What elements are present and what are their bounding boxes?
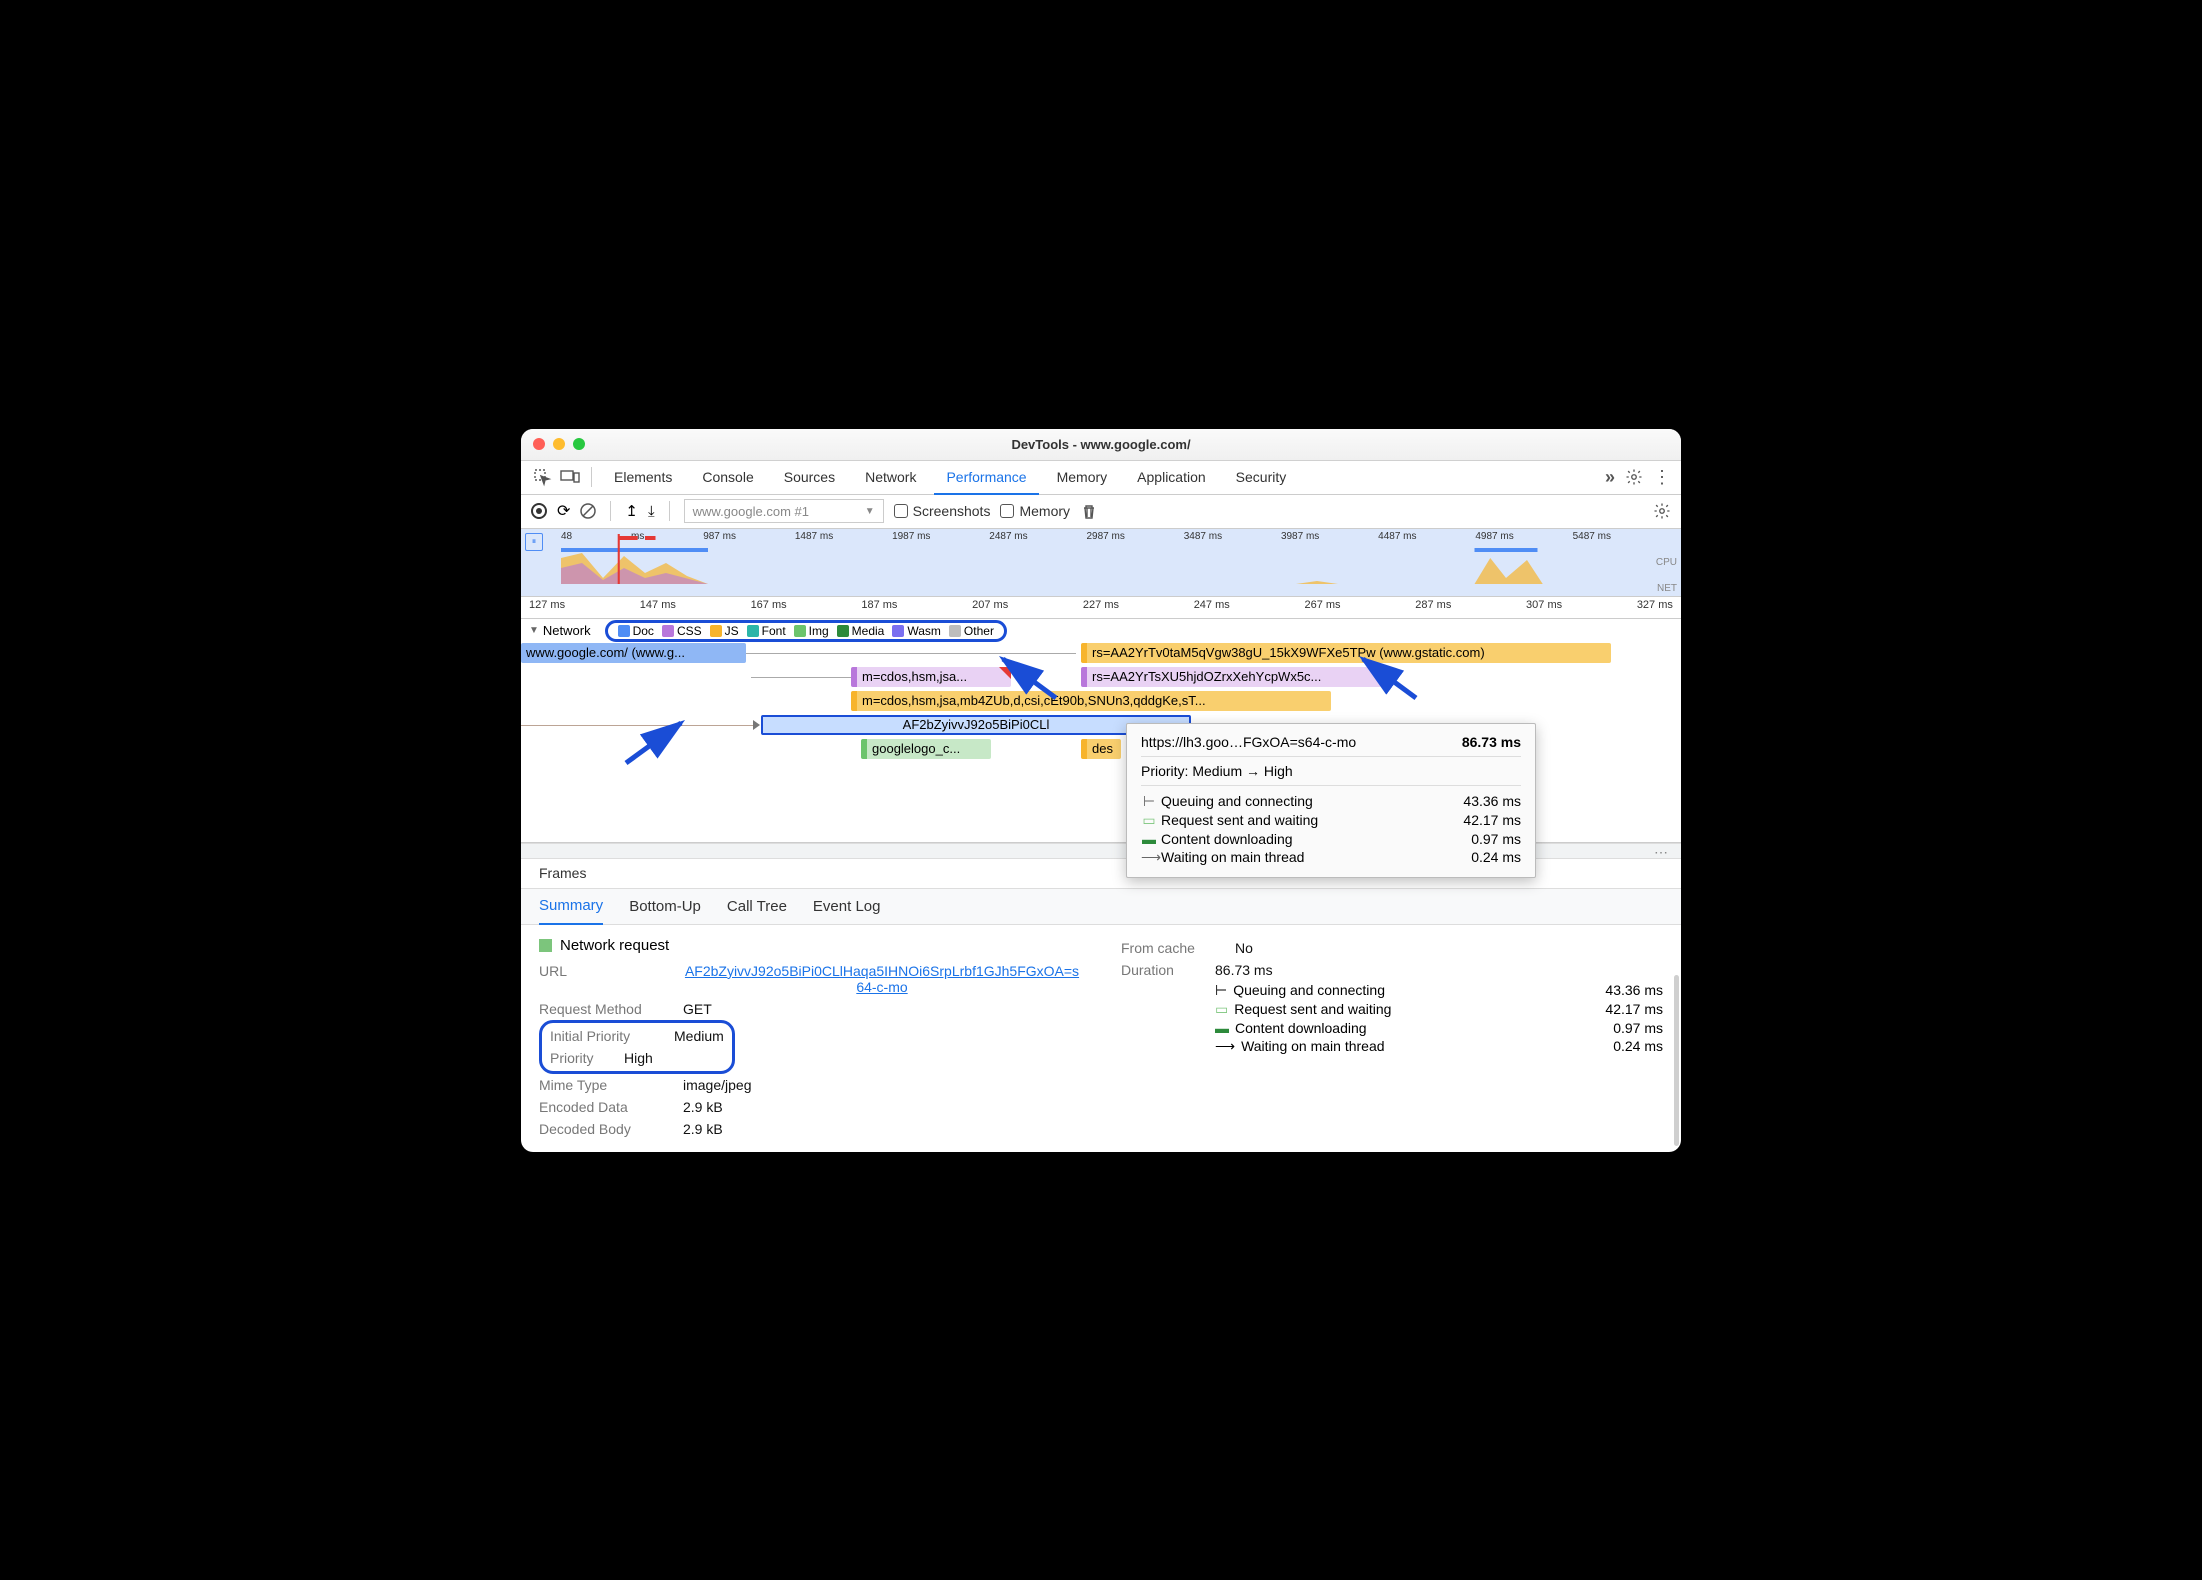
network-legend: Doc CSS JS Font Img Media Wasm Other <box>605 620 1007 642</box>
minimize-icon[interactable] <box>553 438 565 450</box>
window-title: DevTools - www.google.com/ <box>521 437 1681 452</box>
legend-img: Img <box>794 624 829 638</box>
pause-icon[interactable]: ⏸ <box>525 533 543 551</box>
legend-media: Media <box>837 624 885 638</box>
legend-other: Other <box>949 624 994 638</box>
clear-icon[interactable] <box>580 503 596 519</box>
recording-select[interactable]: www.google.com #1 ▼ <box>684 499 884 523</box>
chevron-down-icon: ▼ <box>865 506 875 517</box>
tab-sources[interactable]: Sources <box>772 460 847 494</box>
screenshots-checkbox[interactable]: Screenshots <box>894 503 991 519</box>
tab-console[interactable]: Console <box>690 460 765 494</box>
gear-icon[interactable] <box>1625 468 1643 486</box>
network-track-header[interactable]: ▼ Network Doc CSS JS Font Img Media Wasm… <box>521 619 1681 643</box>
initiator-arrow-icon <box>753 720 760 730</box>
more-tabs-icon[interactable]: » <box>1605 467 1615 488</box>
tab-elements[interactable]: Elements <box>602 460 684 494</box>
perf-toolbar: ⟳ ↥ ⤓ www.google.com #1 ▼ Screenshots Me… <box>521 495 1681 529</box>
subtab-bottomup[interactable]: Bottom-Up <box>629 888 701 924</box>
request-bar-doc[interactable]: www.google.com/ (www.g... <box>521 643 746 663</box>
overview-activity <box>561 548 1611 584</box>
traffic-lights <box>533 438 585 450</box>
tab-performance[interactable]: Performance <box>934 461 1038 495</box>
request-bar-des[interactable]: des <box>1081 739 1121 759</box>
download-icon[interactable]: ⤓ <box>648 503 655 520</box>
request-tooltip: https://lh3.goo…FGxOA=s64-c-mo86.73 ms P… <box>1126 723 1536 878</box>
reload-icon[interactable]: ⟳ <box>557 501 570 521</box>
subtab-calltree[interactable]: Call Tree <box>727 888 787 924</box>
settings-gear-icon[interactable] <box>1653 502 1671 520</box>
tab-security[interactable]: Security <box>1224 460 1299 494</box>
network-rows[interactable]: www.google.com/ (www.g... rs=AA2YrTv0taM… <box>521 643 1681 843</box>
request-bar-css2[interactable]: rs=AA2YrTsXU5hjdOZrxXehYcpWx5c... <box>1081 667 1381 687</box>
legend-css: CSS <box>662 624 702 638</box>
tab-memory[interactable]: Memory <box>1045 460 1120 494</box>
network-track: ▼ Network Doc CSS JS Font Img Media Wasm… <box>521 619 1681 843</box>
timeline-overview[interactable]: ⏸ 48ms 987 ms1487 ms 1987 ms2487 ms 2987… <box>521 529 1681 597</box>
titlebar: DevTools - www.google.com/ <box>521 429 1681 461</box>
time-ruler[interactable]: 127 ms147 ms 167 ms187 ms 207 ms227 ms 2… <box>521 597 1681 619</box>
close-icon[interactable] <box>533 438 545 450</box>
record-button[interactable] <box>531 503 547 519</box>
request-type-icon <box>539 939 552 952</box>
legend-js: JS <box>710 624 739 638</box>
priority-change-icon <box>1369 667 1381 679</box>
legend-font: Font <box>747 624 786 638</box>
zoom-icon[interactable] <box>573 438 585 450</box>
main-tabs: Elements Console Sources Network Perform… <box>521 461 1681 495</box>
request-bar-js1[interactable]: rs=AA2YrTv0taM5qVgw38gU_15kX9WFXe5TPw (w… <box>1081 643 1611 663</box>
disclosure-icon: ▼ <box>529 625 539 636</box>
legend-doc: Doc <box>618 624 654 638</box>
subtab-eventlog[interactable]: Event Log <box>813 888 881 924</box>
tab-network[interactable]: Network <box>853 460 928 494</box>
gc-icon[interactable] <box>1080 502 1098 520</box>
devtools-window: DevTools - www.google.com/ Elements Cons… <box>521 429 1681 1152</box>
request-bar-js2[interactable]: m=cdos,hsm,jsa,mb4ZUb,d,csi,cEt90b,SNUn3… <box>851 691 1331 711</box>
separator <box>591 467 592 487</box>
subtab-summary[interactable]: Summary <box>539 889 603 925</box>
tab-application[interactable]: Application <box>1125 460 1218 494</box>
memory-checkbox[interactable]: Memory <box>1000 503 1070 519</box>
legend-wasm: Wasm <box>892 624 941 638</box>
kebab-icon[interactable]: ⋮ <box>1653 467 1671 488</box>
priority-change-icon <box>999 667 1011 679</box>
upload-icon[interactable]: ↥ <box>625 502 638 520</box>
detail-subtabs: Summary Bottom-Up Call Tree Event Log <box>521 889 1681 925</box>
request-bar-css1[interactable]: m=cdos,hsm,jsa... <box>851 667 1011 687</box>
priority-highlight: Initial PriorityMedium PriorityHigh <box>539 1020 735 1074</box>
device-icon[interactable] <box>559 466 581 488</box>
scrollbar[interactable] <box>1674 975 1679 1146</box>
inspect-icon[interactable] <box>531 466 553 488</box>
summary-panel: Network request URLAF2bZyivvJ92o5BiPi0CL… <box>521 925 1681 1152</box>
url-link[interactable]: AF2bZyivvJ92o5BiPi0CLlHaqa5IHNOi6SrpLrbf… <box>683 963 1081 995</box>
request-bar-img[interactable]: googlelogo_c... <box>861 739 991 759</box>
